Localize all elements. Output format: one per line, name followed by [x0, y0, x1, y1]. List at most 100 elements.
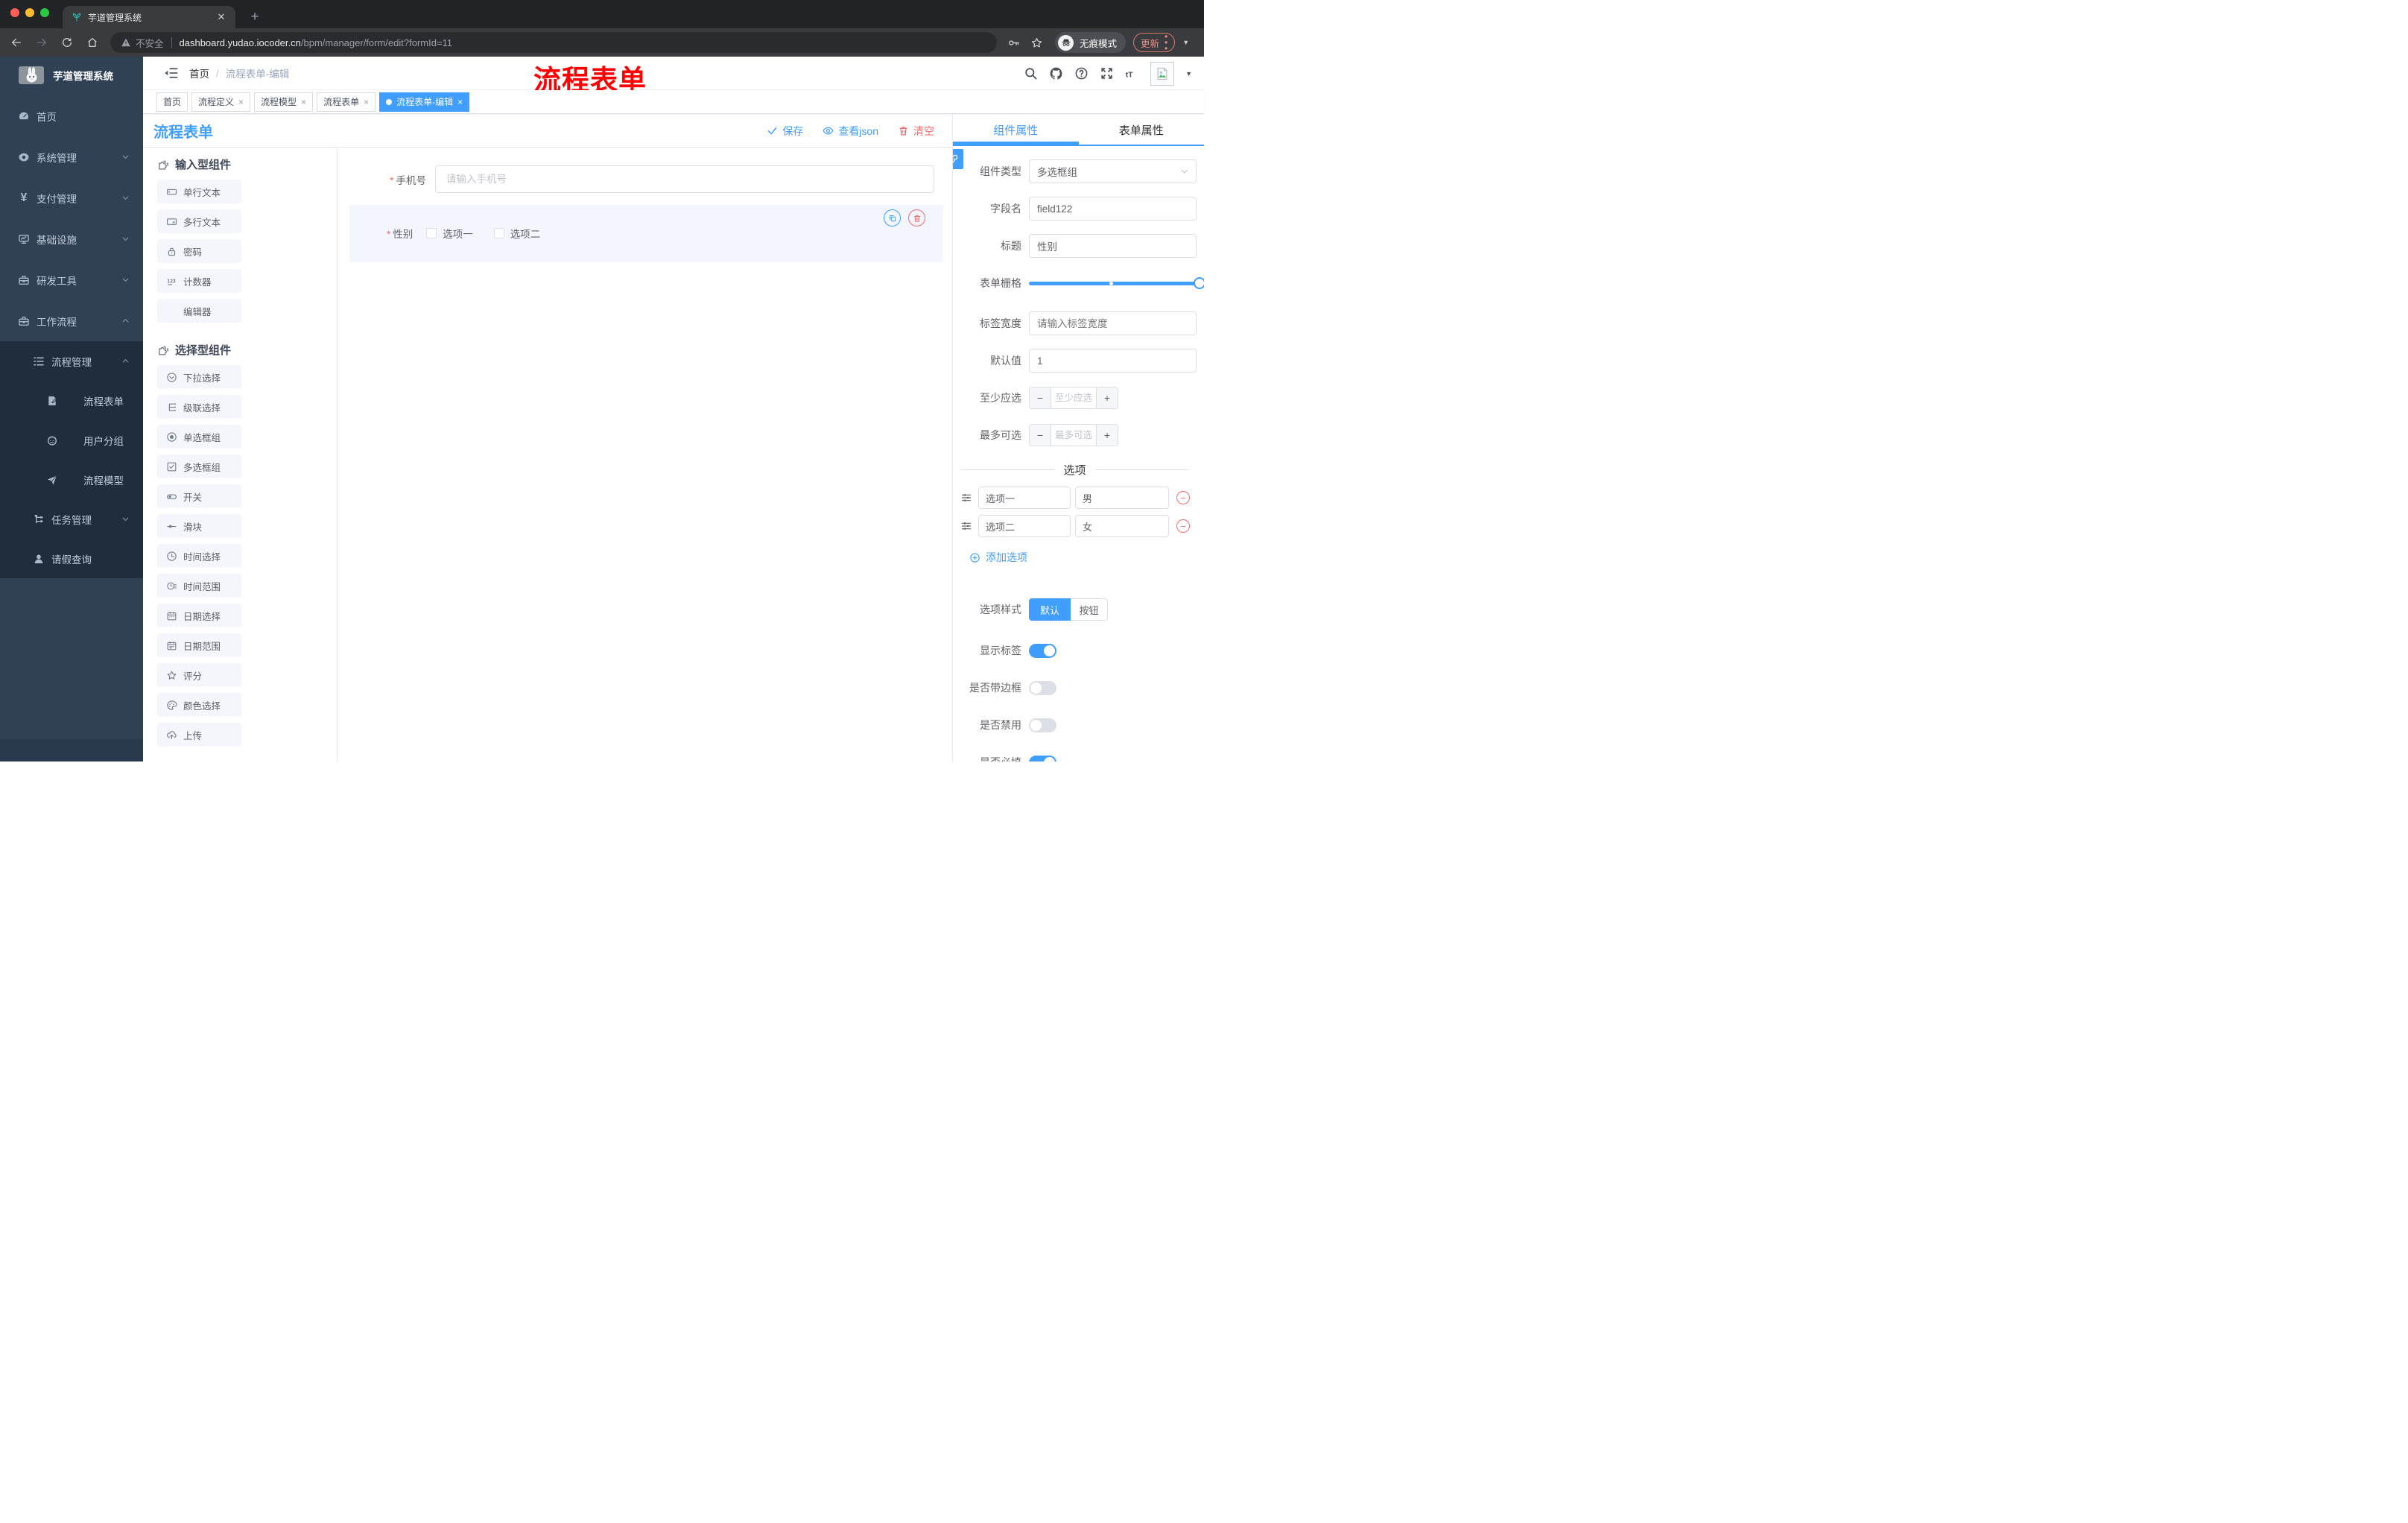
min-select-input[interactable] [1051, 387, 1096, 408]
palette-item-select[interactable]: 下拉选择 [157, 365, 241, 389]
palette-item-color-picker[interactable]: 颜色选择 [157, 693, 241, 717]
back-button[interactable] [7, 34, 25, 51]
palette-item-date-range[interactable]: 日期范围 [157, 633, 241, 657]
browser-tab[interactable]: 芋道管理系统 ✕ [63, 6, 235, 28]
address-bar[interactable]: 不安全 dashboard.yudao.iocoder.cn/bpm/manag… [110, 32, 997, 53]
drag-handle-icon[interactable] [960, 520, 972, 532]
new-tab-button[interactable]: + [246, 8, 264, 26]
field-name-input[interactable] [1029, 197, 1197, 221]
palette-item-rate[interactable]: 评分 [157, 663, 241, 687]
style-default-button[interactable]: 默认 [1029, 598, 1071, 621]
form-grid-slider[interactable] [1029, 276, 1204, 290]
close-icon[interactable]: × [301, 98, 306, 107]
increase-button[interactable]: + [1096, 425, 1118, 446]
reload-button[interactable] [58, 34, 76, 51]
increase-button[interactable]: + [1096, 387, 1118, 408]
canvas-field-gender-selected[interactable]: * 性别 选项一 选项二 [349, 205, 943, 262]
style-button-button[interactable]: 按钮 [1071, 598, 1108, 621]
panel-link-badge[interactable] [953, 149, 963, 169]
tab-process-definition[interactable]: 流程定义 × [191, 92, 251, 112]
default-value-input[interactable] [1029, 349, 1197, 373]
label-width-input[interactable] [1029, 311, 1197, 335]
not-secure-label[interactable]: 不安全 [136, 36, 164, 50]
checkbox[interactable] [493, 228, 504, 238]
palette-item-switch[interactable]: 开关 [157, 484, 241, 508]
slider-handle[interactable] [1194, 277, 1204, 289]
checkbox[interactable] [426, 228, 437, 238]
tab-process-form[interactable]: 流程表单 × [317, 92, 376, 112]
close-icon[interactable]: × [364, 98, 369, 107]
minimize-window-button[interactable] [25, 8, 34, 17]
breadcrumb-home[interactable]: 首页 [189, 66, 209, 80]
design-canvas[interactable]: *手机号 *性别 选项一 选项二 [338, 148, 952, 762]
sidebar-item-process-form[interactable]: 流程表单 [0, 381, 143, 420]
home-button[interactable] [83, 34, 101, 51]
palette-item-counter[interactable]: 计数器 [157, 269, 241, 293]
zoom-window-button[interactable] [40, 8, 49, 17]
key-icon[interactable] [1007, 37, 1020, 49]
close-icon[interactable]: × [238, 98, 244, 107]
logo[interactable]: 芋道管理系统 [0, 57, 143, 94]
option-name-input[interactable] [978, 487, 1071, 509]
bookmark-star-icon[interactable] [1030, 37, 1043, 49]
decrease-button[interactable]: − [1030, 425, 1051, 446]
question-icon[interactable] [1074, 66, 1089, 80]
slider-track[interactable] [1029, 282, 1204, 285]
palette-item-single-text[interactable]: 单行文本 [157, 180, 241, 203]
sidebar-item-process-management[interactable]: 流程管理 [0, 341, 143, 381]
disabled-toggle[interactable] [1029, 718, 1056, 732]
add-option-button[interactable]: 添加选项 [969, 548, 1204, 566]
menu-fold-icon[interactable] [164, 66, 179, 80]
palette-item-password[interactable]: 密码 [157, 239, 241, 263]
tab-form-props[interactable]: 表单属性 [1079, 115, 1205, 145]
gender-option-2[interactable]: 选项二 [493, 226, 540, 241]
palette-item-slider[interactable]: 滑块 [157, 514, 241, 538]
gender-option-1[interactable]: 选项一 [426, 226, 473, 241]
palette-item-date-picker[interactable]: 日期选择 [157, 604, 241, 627]
window-controls[interactable] [10, 8, 49, 17]
palette-item-time-picker[interactable]: 时间选择 [157, 544, 241, 568]
sidebar-item-infrastructure[interactable]: 基础设施 [0, 218, 143, 259]
title-input[interactable] [1029, 234, 1197, 258]
canvas-field-phone[interactable]: * 手机号 [349, 165, 934, 193]
search-icon[interactable] [1024, 66, 1038, 80]
close-window-button[interactable] [10, 8, 19, 17]
max-select-input[interactable] [1051, 425, 1096, 446]
github-icon[interactable] [1049, 66, 1063, 80]
sidebar-item-devtools[interactable]: 研发工具 [0, 259, 143, 300]
clear-button[interactable]: 清空 [898, 124, 934, 139]
option-value-input[interactable] [1075, 487, 1169, 509]
copy-component-button[interactable] [884, 209, 901, 227]
sidebar-item-payment[interactable]: ¥ 支付管理 [0, 177, 143, 218]
fullscreen-icon[interactable] [1100, 66, 1114, 80]
drag-handle-icon[interactable] [960, 492, 972, 504]
palette-item-multi-text[interactable]: 多行文本 [157, 209, 241, 233]
sidebar-item-process-model[interactable]: 流程模型 [0, 460, 143, 499]
tab-home[interactable]: 首页 [156, 92, 188, 112]
close-tab-icon[interactable]: ✕ [215, 10, 228, 24]
show-label-toggle[interactable] [1029, 643, 1056, 658]
required-toggle[interactable] [1029, 755, 1056, 762]
forward-button[interactable] [33, 34, 51, 51]
option-name-input[interactable] [978, 515, 1071, 537]
sidebar-item-workflow[interactable]: 工作流程 [0, 300, 143, 341]
avatar[interactable] [1150, 61, 1175, 86]
border-toggle[interactable] [1029, 680, 1056, 695]
save-button[interactable]: 保存 [767, 124, 803, 139]
remove-option-button[interactable]: − [1176, 491, 1190, 504]
font-size-icon[interactable] [1125, 66, 1139, 80]
tab-process-model[interactable]: 流程模型 × [254, 92, 314, 112]
toolbar-caret-icon[interactable]: ▼ [1182, 39, 1189, 46]
view-json-button[interactable]: 查看json [823, 124, 878, 139]
sidebar-item-task-management[interactable]: 任务管理 [0, 499, 143, 539]
phone-input[interactable] [435, 165, 934, 193]
option-value-input[interactable] [1075, 515, 1169, 537]
palette-item-radio-group[interactable]: 单选框组 [157, 425, 241, 449]
avatar-caret-icon[interactable]: ▼ [1185, 70, 1192, 77]
close-icon[interactable]: × [457, 98, 463, 107]
sidebar-item-system[interactable]: 系统管理 [0, 136, 143, 177]
remove-option-button[interactable]: − [1176, 519, 1190, 533]
sidebar-item-leave-query[interactable]: 请假查询 [0, 539, 143, 578]
tab-component-props[interactable]: 组件属性 [953, 115, 1079, 145]
decrease-button[interactable]: − [1030, 387, 1051, 408]
